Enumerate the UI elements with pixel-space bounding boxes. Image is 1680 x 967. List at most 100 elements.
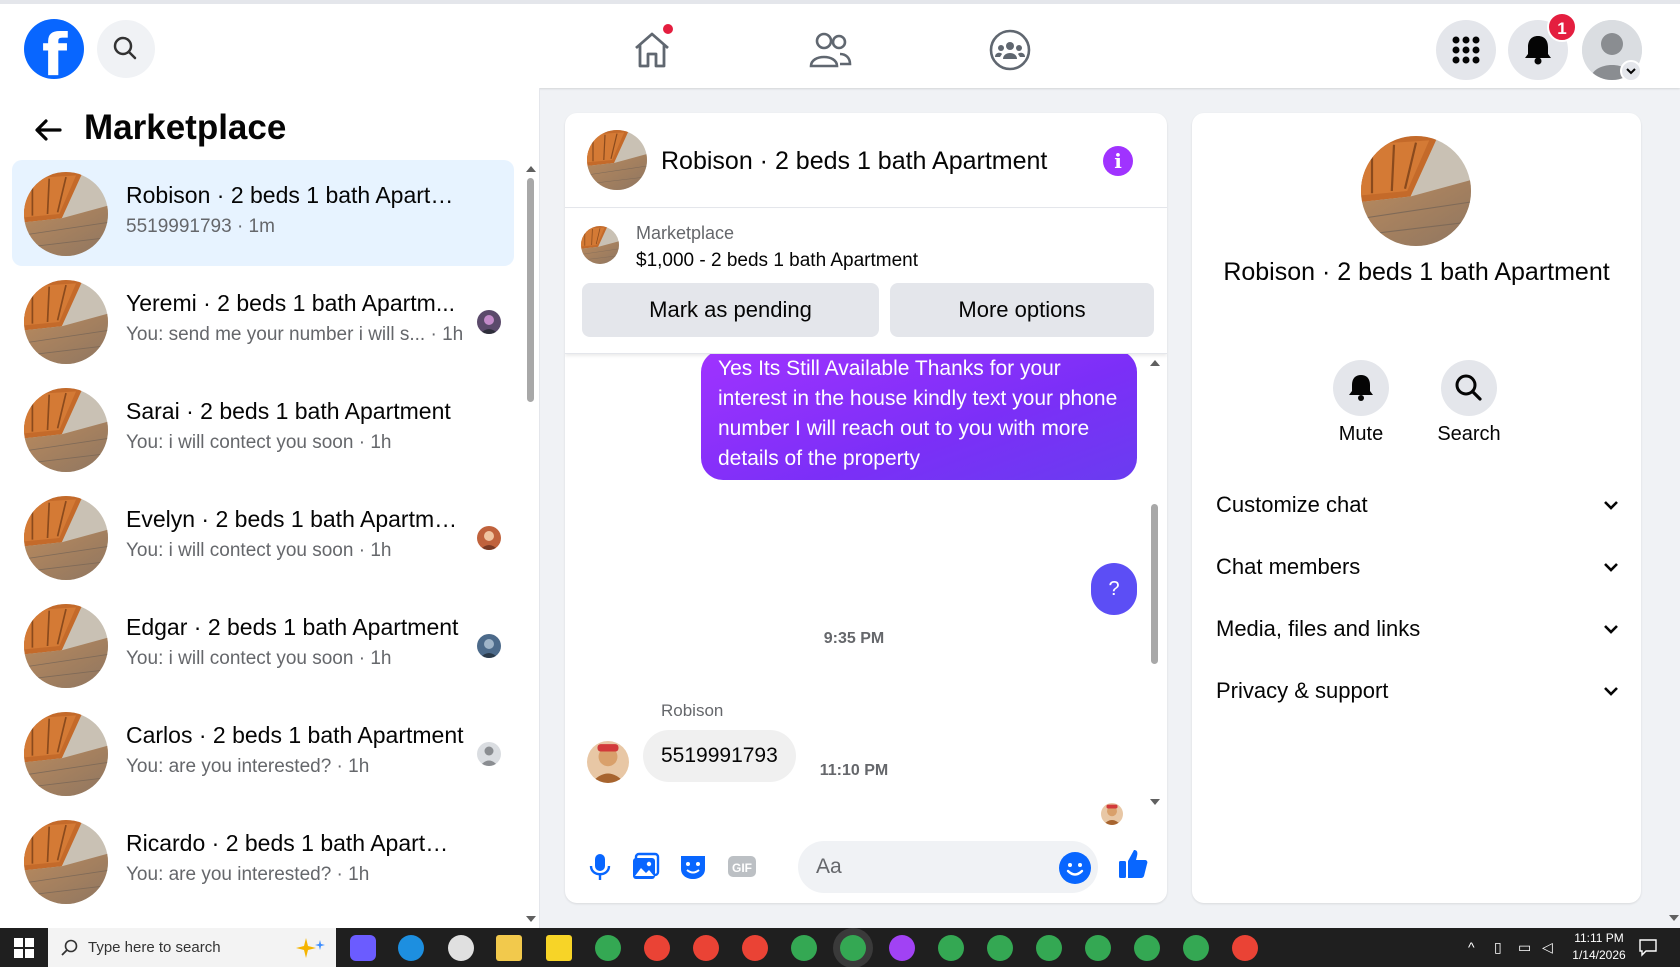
outgoing-message[interactable]: Yes Its Still Available Thanks for your … [701, 354, 1137, 480]
copilot-app-icon[interactable] [350, 935, 376, 961]
taskbar-clock[interactable]: 11:11 PM 1/14/2026 [1566, 930, 1632, 964]
chrome-app-icon[interactable] [1036, 935, 1062, 961]
chrome-app-icon[interactable] [595, 935, 621, 961]
section-label: Privacy & support [1216, 678, 1389, 703]
file-explorer-icon[interactable] [496, 935, 522, 961]
edge-app-icon[interactable] [398, 935, 424, 961]
search-label: Search [1437, 423, 1501, 445]
menu-button[interactable] [1436, 20, 1496, 80]
taskbar-search-box[interactable]: Type here to search [48, 928, 336, 967]
chat-title[interactable]: Robison · 2 beds 1 bath Apartment [661, 147, 1047, 176]
chevron-down-icon [1626, 68, 1636, 75]
section-label: Chat members [1216, 554, 1361, 579]
conversation-item[interactable]: Ricardo · 2 beds 1 bath Apartment You: a… [12, 808, 514, 914]
notification-center-icon[interactable] [1638, 937, 1658, 957]
outgoing-message[interactable]: ? [1091, 563, 1137, 615]
thumbs-up-icon[interactable] [1116, 847, 1150, 881]
more-options-button[interactable]: More options [890, 283, 1154, 337]
listing-price-title[interactable]: $1,000 - 2 beds 1 bath Apartment [636, 250, 918, 272]
listing-thumbnail [24, 388, 108, 472]
chrome-app-icon[interactable] [1232, 935, 1258, 961]
chrome-app-icon[interactable] [1134, 935, 1160, 961]
account-menu-caret[interactable] [1620, 60, 1642, 82]
chrome-app-icon[interactable] [742, 935, 768, 961]
conversation-name: Carlos · 2 beds 1 bath Apartment [126, 722, 464, 748]
chrome-app-icon[interactable] [938, 935, 964, 961]
network-icon[interactable]: ▭ [1518, 939, 1531, 956]
page-scroll-down-arrow[interactable] [1669, 915, 1679, 921]
message-composer: GIF [565, 829, 1167, 903]
tray-device-icon[interactable]: ▯ [1494, 939, 1502, 956]
search-button[interactable] [97, 20, 155, 78]
back-arrow-icon[interactable] [32, 114, 64, 146]
volume-icon[interactable]: ◁ [1542, 939, 1553, 956]
mark-as-pending-button[interactable]: Mark as pending [582, 283, 879, 337]
conversation-preview: You: i will contect you soon · 1h [126, 648, 392, 669]
scroll-down-arrow[interactable] [526, 916, 536, 922]
search-icon [113, 36, 137, 60]
friends-icon[interactable] [806, 26, 854, 74]
conversation-item[interactable]: Robison · 2 beds 1 bath Apartment 551999… [12, 160, 514, 266]
mute-button[interactable] [1333, 360, 1389, 416]
search-in-conversation-button[interactable] [1441, 360, 1497, 416]
privacy-support-section[interactable]: Privacy & support [1216, 669, 1621, 713]
conversation-item[interactable]: Carlos · 2 beds 1 bath Apartment You: ar… [12, 700, 514, 806]
groups-icon[interactable] [986, 26, 1034, 74]
conversation-item[interactable]: Evelyn · 2 beds 1 bath Apartme... You: i… [12, 484, 514, 590]
media-files-links-section[interactable]: Media, files and links [1216, 607, 1621, 651]
conversation-preview: You: are you interested? · 1h [126, 864, 370, 885]
listing-source: Marketplace [636, 223, 735, 243]
windows-start-icon[interactable] [14, 938, 34, 958]
section-label: Media, files and links [1216, 616, 1421, 641]
info-icon[interactable]: i [1103, 146, 1133, 176]
message-thread-scrollbar[interactable] [1151, 504, 1158, 664]
gif-icon[interactable]: GIF [725, 849, 759, 883]
chrome-app-icon[interactable] [1085, 935, 1111, 961]
emoji-icon[interactable] [1059, 852, 1091, 884]
sticky-notes-icon[interactable] [546, 935, 572, 961]
chrome-app-icon[interactable] [693, 935, 719, 961]
scroll-up-arrow[interactable] [1150, 360, 1160, 366]
conversation-item[interactable]: Edgar · 2 beds 1 bath Apartment You: i w… [12, 592, 514, 698]
conversation-list-panel: Marketplace Robison · 2 beds 1 bath Apar… [0, 88, 540, 928]
chrome-app-icon[interactable] [644, 935, 670, 961]
chevron-down-icon [1604, 501, 1618, 510]
facebook-logo-icon[interactable]: f [24, 19, 84, 89]
chrome-app-icon[interactable] [987, 935, 1013, 961]
search-icon [61, 939, 78, 956]
buyer-avatar [477, 526, 501, 550]
chrome-app-icon[interactable] [1183, 935, 1209, 961]
microphone-icon[interactable] [583, 849, 617, 883]
buyer-avatar [477, 310, 501, 334]
scroll-down-arrow[interactable] [1150, 799, 1160, 805]
listing-thumbnail[interactable] [581, 226, 619, 264]
read-receipt-avatar [1101, 803, 1123, 825]
chat-members-section[interactable]: Chat members [1216, 545, 1621, 589]
buyer-avatar [477, 634, 501, 658]
conversation-list-scrollbar[interactable] [527, 178, 534, 402]
svg-text:GIF: GIF [732, 861, 752, 875]
chrome-app-icon[interactable] [889, 935, 915, 961]
conversation-name: Yeremi · 2 beds 1 bath Apartm... [126, 290, 455, 316]
sticker-icon[interactable] [676, 849, 710, 883]
conversation-item[interactable]: Yeremi · 2 beds 1 bath Apartm... You: se… [12, 268, 514, 374]
conversation-name: Edgar · 2 beds 1 bath Apartment [126, 614, 459, 640]
incoming-message[interactable]: 5519991793 [643, 730, 796, 782]
chat-details-name: Robison · 2 beds 1 bath Apartment [1223, 258, 1610, 286]
listing-thumbnail [24, 280, 108, 364]
photo-icon[interactable] [629, 849, 663, 883]
customize-chat-section[interactable]: Customize chat [1216, 483, 1621, 527]
section-label: Customize chat [1216, 492, 1368, 517]
chrome-app-icon-active[interactable] [840, 935, 866, 961]
conversation-name: Evelyn · 2 beds 1 bath Apartme... [126, 506, 466, 532]
message-input[interactable] [798, 841, 1098, 893]
app-icon[interactable] [448, 935, 474, 961]
chrome-app-icon[interactable] [791, 935, 817, 961]
tray-chevron-icon[interactable]: ^ [1468, 939, 1475, 955]
listing-profile-picture[interactable] [1361, 136, 1471, 246]
conversation-item[interactable]: Sarai · 2 beds 1 bath Apartment You: i w… [12, 376, 514, 482]
listing-thumbnail[interactable] [587, 130, 647, 190]
home-unread-dot [662, 23, 674, 35]
scroll-up-arrow[interactable] [526, 166, 536, 172]
sender-avatar[interactable] [587, 741, 629, 783]
